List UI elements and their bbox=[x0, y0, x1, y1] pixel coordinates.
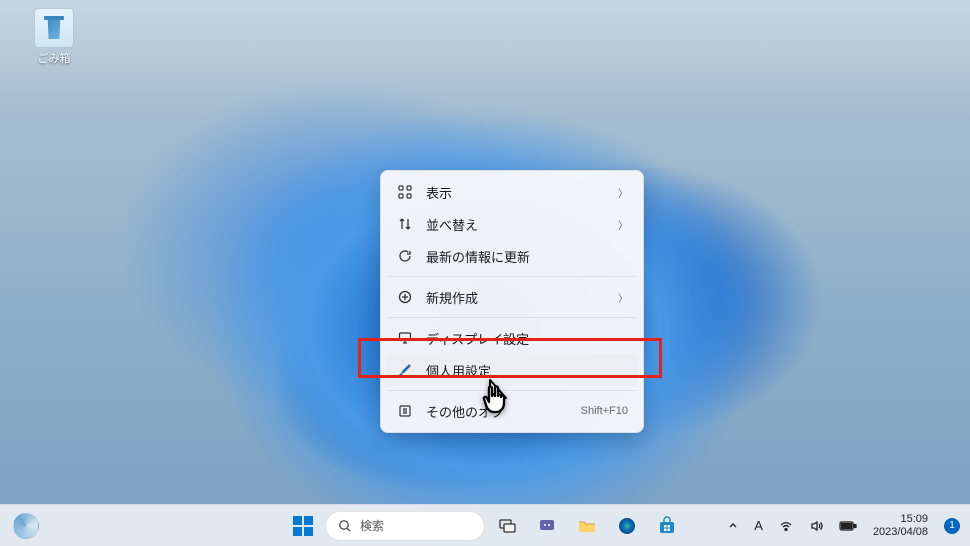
tray-battery[interactable] bbox=[835, 520, 861, 532]
menu-item-personalize[interactable]: 個人用設定 bbox=[386, 354, 638, 386]
notification-center[interactable]: 1 bbox=[940, 518, 964, 534]
menu-label: その他のオプ bbox=[426, 402, 581, 421]
store-icon bbox=[657, 516, 677, 536]
display-icon bbox=[396, 331, 414, 345]
menu-item-more-options[interactable]: その他のオプ Shift+F10 bbox=[386, 395, 638, 427]
folder-icon bbox=[577, 516, 597, 536]
refresh-icon bbox=[396, 249, 414, 263]
tray-overflow[interactable] bbox=[724, 521, 742, 531]
menu-item-display-settings[interactable]: ディスプレイ設定 bbox=[386, 322, 638, 354]
plus-circle-icon bbox=[396, 290, 414, 304]
recycle-bin-label: ごみ箱 bbox=[38, 50, 71, 66]
widgets-icon bbox=[13, 513, 39, 539]
task-view-button[interactable] bbox=[489, 508, 525, 544]
taskbar-app-store[interactable] bbox=[649, 508, 685, 544]
taskbar-app-edge[interactable] bbox=[609, 508, 645, 544]
chevron-right-icon: 〉 bbox=[618, 185, 628, 200]
menu-item-new[interactable]: 新規作成 〉 bbox=[386, 281, 638, 313]
tray-volume[interactable] bbox=[805, 519, 827, 533]
notification-badge: 1 bbox=[944, 518, 960, 534]
tray-network[interactable] bbox=[775, 519, 797, 533]
chevron-right-icon: 〉 bbox=[618, 217, 628, 232]
recycle-bin-icon bbox=[34, 8, 74, 48]
clock-date: 2023/04/08 bbox=[873, 526, 928, 539]
search-icon bbox=[338, 519, 352, 533]
taskbar-app-explorer[interactable] bbox=[569, 508, 605, 544]
menu-label: 表示 bbox=[426, 183, 618, 202]
more-options-icon bbox=[396, 404, 414, 418]
battery-icon bbox=[839, 520, 857, 532]
menu-label: 並べ替え bbox=[426, 215, 618, 234]
tray-ime[interactable]: A bbox=[750, 518, 767, 533]
chevron-right-icon: 〉 bbox=[618, 290, 628, 305]
taskbar-search[interactable]: 検索 bbox=[325, 511, 485, 541]
paintbrush-icon bbox=[396, 363, 414, 377]
menu-separator bbox=[388, 317, 636, 318]
wifi-icon bbox=[779, 519, 793, 533]
menu-separator bbox=[388, 390, 636, 391]
menu-item-refresh[interactable]: 最新の情報に更新 bbox=[386, 240, 638, 272]
grid-icon bbox=[396, 185, 414, 199]
clock-time: 15:09 bbox=[900, 513, 928, 526]
menu-separator bbox=[388, 276, 636, 277]
ime-indicator: A bbox=[754, 518, 763, 533]
menu-item-sort[interactable]: 並べ替え 〉 bbox=[386, 208, 638, 240]
widgets-button[interactable] bbox=[8, 508, 44, 544]
menu-label: 最新の情報に更新 bbox=[426, 247, 628, 266]
desktop-icon-recycle-bin[interactable]: ごみ箱 bbox=[22, 8, 86, 66]
sort-icon bbox=[396, 217, 414, 231]
task-view-icon bbox=[497, 516, 517, 536]
edge-icon bbox=[617, 516, 637, 536]
menu-label: 新規作成 bbox=[426, 288, 618, 307]
menu-label: ディスプレイ設定 bbox=[426, 329, 628, 348]
taskbar-clock[interactable]: 15:09 2023/04/08 bbox=[869, 513, 932, 538]
desktop-context-menu: 表示 〉 並べ替え 〉 最新の情報に更新 新規作成 〉 ディスプレイ設定 個人用 bbox=[380, 170, 644, 433]
taskbar: 検索 A 15: bbox=[0, 504, 970, 546]
chat-icon bbox=[537, 516, 557, 536]
start-button[interactable] bbox=[285, 508, 321, 544]
menu-label: 個人用設定 bbox=[426, 361, 628, 380]
chevron-up-icon bbox=[728, 521, 738, 531]
windows-logo-icon bbox=[293, 516, 313, 536]
search-placeholder: 検索 bbox=[360, 517, 384, 534]
menu-shortcut: Shift+F10 bbox=[581, 405, 628, 417]
menu-item-view[interactable]: 表示 〉 bbox=[386, 176, 638, 208]
taskbar-app-chat[interactable] bbox=[529, 508, 565, 544]
speaker-icon bbox=[809, 519, 823, 533]
